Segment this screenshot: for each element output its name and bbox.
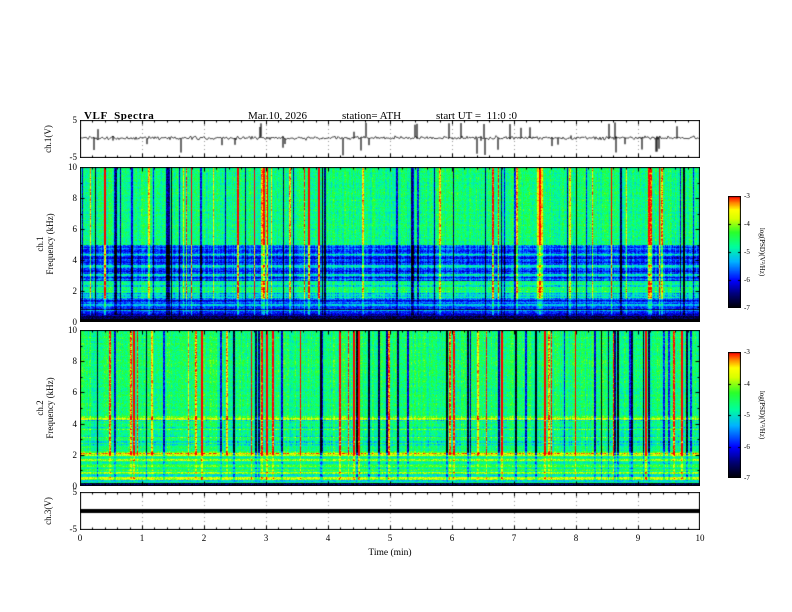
ch1v-ytick-label: -5: [69, 152, 78, 162]
colorbar-ch2-canvas: [728, 352, 741, 478]
ch3v-ytick-label: -5: [69, 524, 78, 534]
ch2spec-ytick-label: 4: [72, 418, 78, 429]
ch1spec-ytick-label: 8: [72, 193, 78, 203]
colorbar2-tick-label: -3: [744, 348, 750, 356]
time-tick-label: 0: [77, 533, 83, 543]
colorbar2-tick-label: -7: [744, 474, 750, 482]
colorbar-ch2-label: log(PSD)(V²/Hz): [758, 390, 766, 440]
time-tick-label: 3: [263, 533, 269, 543]
ch1spec-ytick-label: 4: [72, 255, 78, 265]
time-tick-label: 4: [325, 533, 331, 543]
time-tick-label: 8: [573, 533, 579, 543]
frequency-units-label-ch1: Frequency (kHz): [45, 213, 55, 275]
ch2-frequency-axis-label: ch.2 Frequency (kHz): [35, 338, 55, 478]
time-tick-label: 10: [695, 533, 705, 543]
colorbar1-tick-label: -4: [744, 220, 750, 228]
ch1-label: ch.1: [35, 236, 45, 252]
ch2-spectrogram-canvas: [80, 330, 700, 486]
ch2spec-ytick-label: 8: [72, 356, 78, 367]
ch1spec-ytick-label: 0: [72, 317, 78, 327]
ch1-waveform-canvas: [80, 120, 700, 158]
time-tick-label: 2: [201, 533, 207, 543]
time-axis-label: Time (min): [368, 548, 412, 558]
colorbar1-tick-label: -6: [744, 276, 750, 284]
ch2-label: ch.2: [35, 400, 45, 416]
colorbar-ch1-canvas: [728, 196, 741, 308]
colorbar1-tick-label: -5: [744, 248, 750, 256]
colorbar2-tick-label: -4: [744, 379, 750, 388]
time-tick-label: 1: [139, 533, 145, 543]
colorbar-ch1-label: log(PSD)(V²/Hz): [758, 227, 766, 277]
ch1-voltage-axis-label: ch.1(V): [43, 125, 53, 153]
ch2spec-ytick-label: 0: [72, 481, 78, 491]
vlf-spectra-figure: VLF Spectra Mar.10, 2026 station= ATH st…: [0, 0, 792, 612]
ch1spec-ytick-label: 10: [68, 162, 77, 172]
colorbar2-tick-label: -5: [744, 411, 750, 419]
ch3-waveform-canvas: [80, 492, 700, 530]
ch1spec-ytick-label: 2: [72, 286, 78, 296]
ch1-frequency-axis-label: ch.1 Frequency (kHz): [35, 174, 55, 314]
frequency-units-label-ch2: Frequency (kHz): [45, 377, 55, 439]
time-tick-label: 5: [387, 533, 393, 543]
ch2spec-ytick-label: 2: [72, 449, 78, 460]
colorbar1-tick-label: -7: [744, 304, 750, 312]
time-tick-label: 9: [635, 533, 641, 543]
ch2spec-ytick-label: 10: [68, 325, 77, 335]
colorbar2-tick-label: -6: [744, 442, 750, 451]
ch3-voltage-axis-label: ch.3(V): [43, 497, 53, 525]
time-tick-label: 6: [449, 533, 455, 543]
ch2spec-ytick-label: 6: [72, 387, 78, 398]
time-tick-label: 7: [511, 533, 517, 543]
ch1-spectrogram-canvas: [80, 167, 700, 322]
colorbar1-tick-label: -3: [744, 192, 750, 200]
ch1v-ytick-label: 5: [72, 115, 78, 125]
ch1spec-ytick-label: 6: [72, 224, 78, 234]
